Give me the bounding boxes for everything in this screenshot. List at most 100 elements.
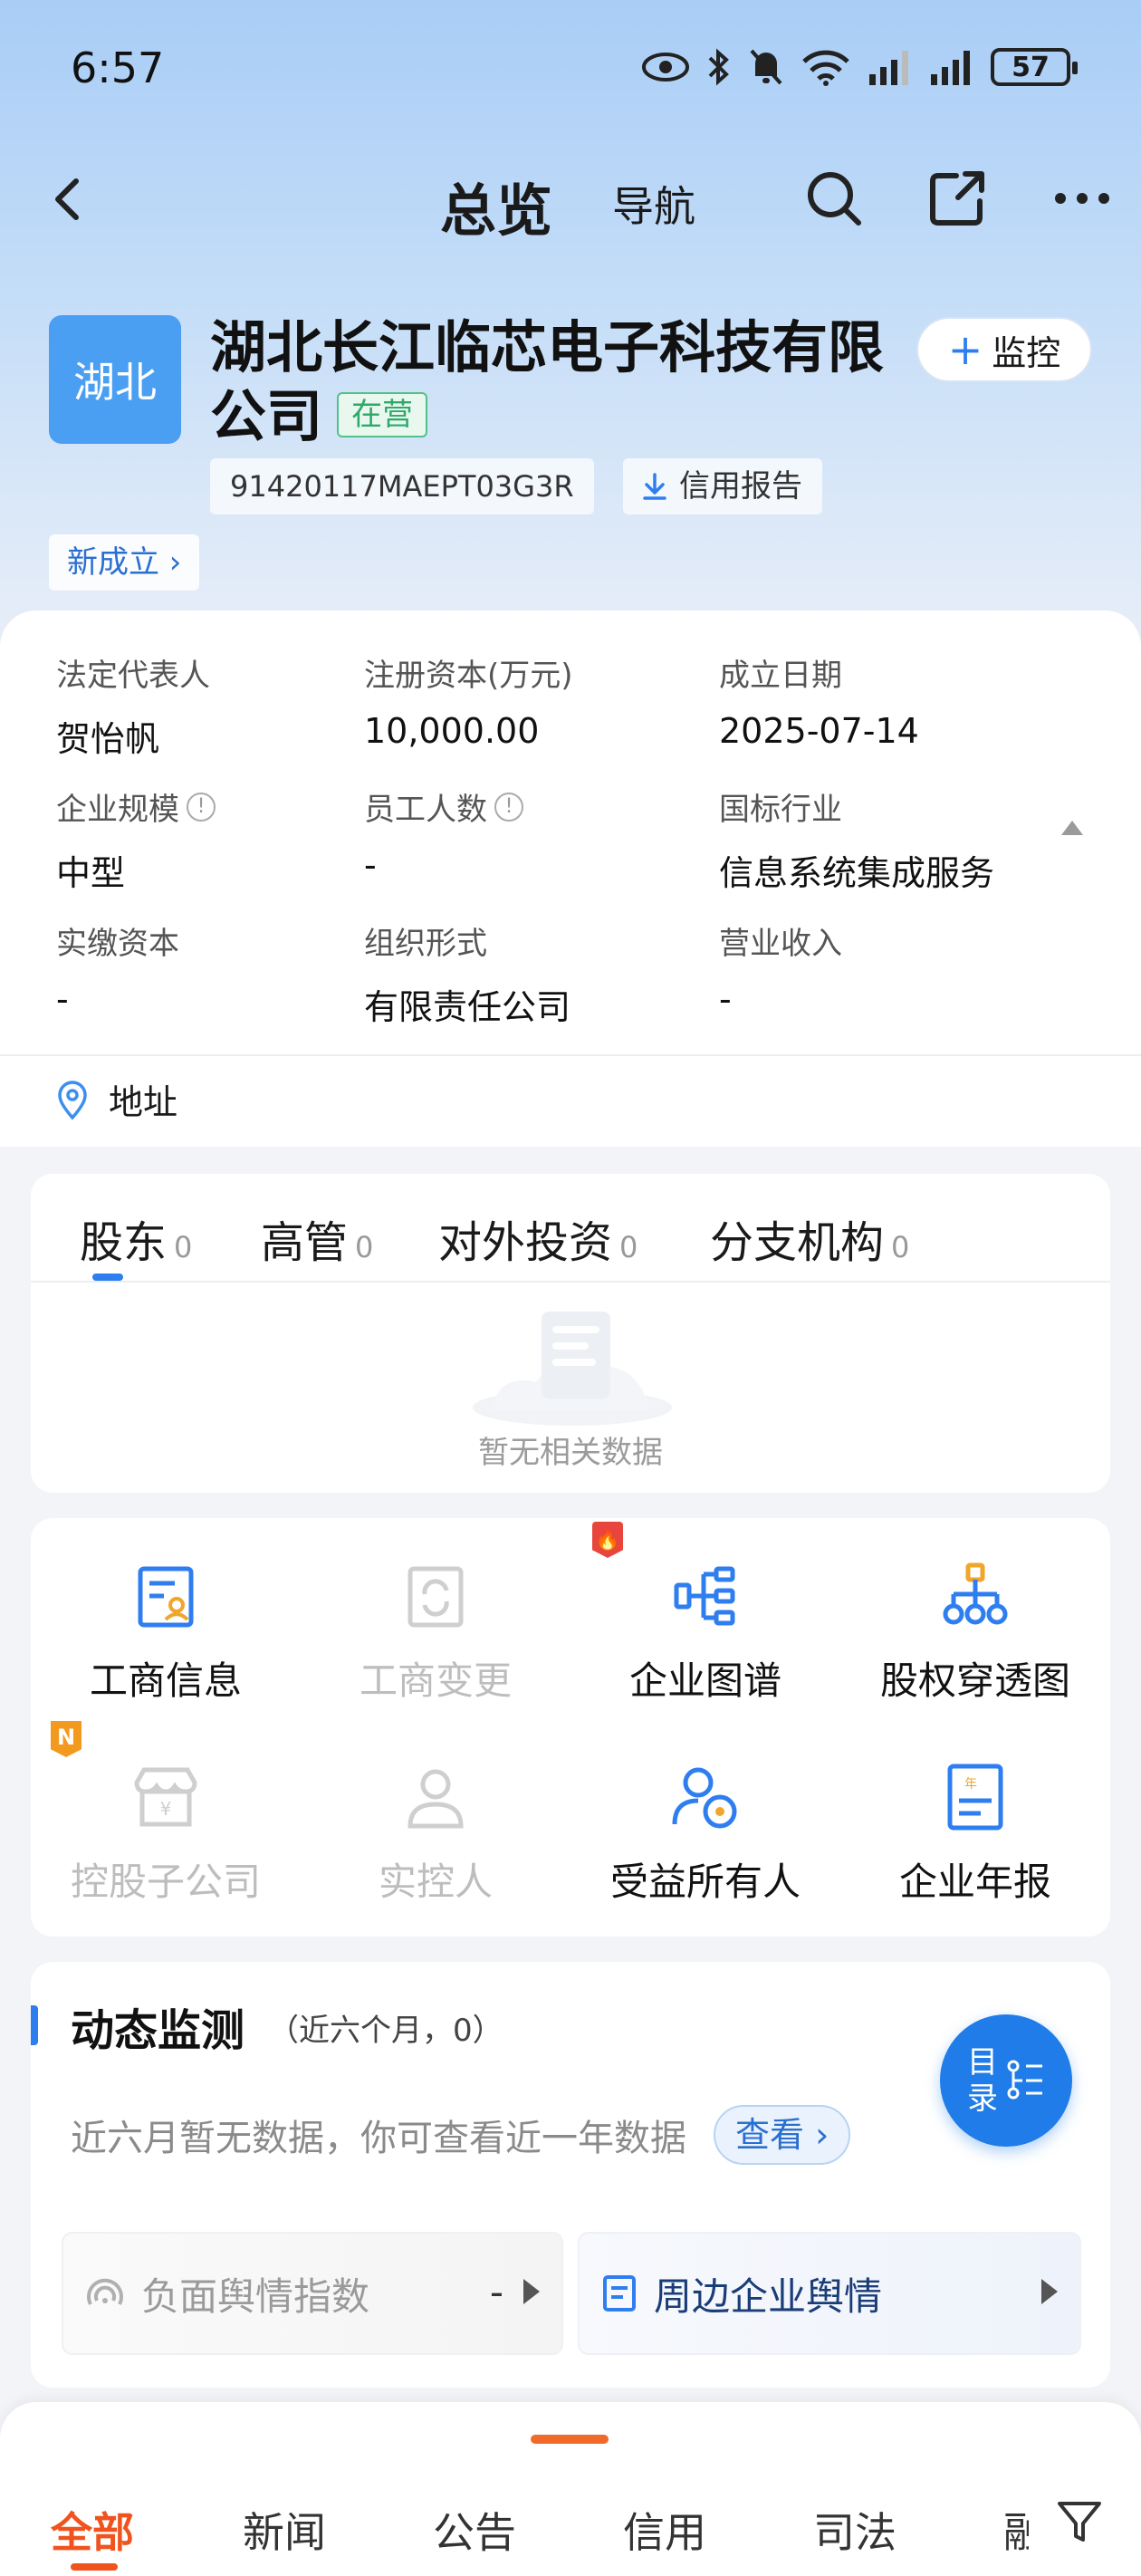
tab-count: 0 [891,1230,910,1264]
negative-sentiment-label: 负面舆情指数 [141,2273,370,2319]
empty-state-illustration [473,1312,672,1426]
relations-tabs-card: 股东 0 高管 0 对外投资 0 分支机构 0 暂无相关数据 [31,1174,1110,1493]
tab-investments[interactable]: 对外投资 0 [438,1206,638,1270]
nearby-sentiment-card[interactable]: 周边企业舆情 [578,2232,1081,2355]
info-value: - [719,979,732,1019]
tab-active-indicator [92,1274,123,1281]
tab-active-indicator [71,2563,118,2571]
dynamic-monitor-card: 动态监测 （近六个月，0） 近六月暂无数据，你可查看近一年数据 查看 › 目录 … [31,1962,1110,2388]
tab-count: 0 [619,1230,638,1264]
grid-item-actual-controller[interactable]: 实控人 [301,1759,570,1907]
info-value: - [56,979,69,1019]
play-arrow-icon [523,2279,540,2304]
monitor-title: 动态监测 [71,2005,245,2056]
tab-announcements[interactable]: 公告 [433,2500,516,2560]
new-established-tag[interactable]: 新成立 › [49,534,200,591]
tab-shareholders[interactable]: 股东 0 [80,1206,192,1270]
info-industry: 国标行业 信息系统集成服务 [719,784,994,895]
person-icon [408,1769,464,1829]
section-accent-bar [31,2005,38,2045]
new-badge: N [51,1721,82,1757]
bluetooth-icon [708,48,729,86]
credit-code[interactable]: 91420117MAEPT03G3R [210,458,594,514]
grid-item-beneficial-owner[interactable]: 受益所有人 [570,1759,840,1907]
negative-sentiment-value: - [489,2270,503,2314]
negative-sentiment-card[interactable]: 负面舆情指数 - [62,2232,563,2355]
info-org-form: 组织形式 有限责任公司 [364,918,570,1029]
tab-all[interactable]: 全部 [51,2500,134,2560]
svg-text:年: 年 [964,1777,977,1792]
status-bar: 6:57 57 [0,0,1141,136]
grid-label: 企业图谱 [628,1658,781,1703]
annual-report-icon: 年 [947,1764,1003,1831]
store-icon: ¥ [134,1767,197,1827]
grid-item-equity-penetration[interactable]: 股权穿透图 [840,1558,1110,1706]
info-value: 有限责任公司 [364,987,571,1027]
feature-grid-card: 工商信息 工商变更 企业图谱 🔥 股权穿透图 N ¥ 控股子公司 实控人 受益所… [31,1518,1110,1937]
business-changes-icon [408,1566,464,1628]
info-card: 法定代表人 贺怡帆 注册资本(万元) 10,000.00 成立日期 2025-0… [0,610,1141,1147]
grid-label: 受益所有人 [609,1860,801,1904]
filter-icon[interactable] [1054,2496,1105,2547]
new-tag-label: 新成立 [67,544,159,581]
nav-title[interactable]: 总览 [440,165,552,246]
grid-label: 实控人 [378,1860,493,1904]
tab-count: 0 [355,1230,374,1264]
navbar: 总览 导航 [0,154,1141,245]
info-label: 国标行业 [719,792,842,828]
play-arrow-icon [1041,2279,1058,2304]
status-time: 6:57 [71,43,165,92]
info-label: 成立日期 [719,658,842,694]
grid-label: 股权穿透图 [879,1658,1070,1703]
grid-item-annual-report[interactable]: 年 企业年报 [840,1759,1110,1907]
info-label: 组织形式 [364,926,487,962]
battery-icon: 57 [991,48,1078,86]
tab-credit[interactable]: 信用 [623,2500,706,2560]
table-of-contents-button[interactable]: 目录 [940,2014,1072,2147]
grid-item-business-info[interactable]: 工商信息 [31,1558,301,1706]
tab-label: 高管 [261,1217,349,1268]
drag-handle[interactable] [531,2435,609,2444]
info-hint-icon[interactable]: ! [187,792,216,822]
info-revenue: 营业收入 - [719,918,842,1019]
info-paid-capital: 实缴资本 - [56,918,179,1019]
info-value: 2025-07-14 [719,711,919,751]
status-badge: 在营 [337,391,428,437]
view-button[interactable]: 查看 › [714,2105,851,2165]
tab-label: 对外投资 [438,1217,613,1268]
divider [31,1281,1110,1283]
grid-label: 控股子公司 [70,1860,261,1904]
grid-item-company-graph[interactable]: 企业图谱 [570,1558,840,1706]
company-name-line1: 湖北长江临芯电子科技有限 [210,314,885,380]
tab-branches[interactable]: 分支机构 0 [710,1206,909,1270]
tab-finance-partial[interactable]: 融 [1003,2500,1029,2560]
info-value: 10,000.00 [364,711,540,751]
tab-judicial[interactable]: 司法 [813,2500,896,2560]
info-hint-icon[interactable]: ! [494,792,523,822]
address-row[interactable]: 地址 [56,1074,177,1124]
info-value[interactable]: 贺怡帆 [56,711,210,761]
empty-state-text: 暂无相关数据 [478,1435,663,1471]
search-icon[interactable] [802,167,866,230]
monitor-button[interactable]: + 监控 [916,317,1092,382]
tab-executives[interactable]: 高管 0 [261,1206,373,1270]
credit-report-label: 信用报告 [679,468,802,505]
svg-text:¥: ¥ [160,1798,172,1820]
credit-report-button[interactable]: 信用报告 [623,458,822,514]
tab-label: 分支机构 [710,1217,885,1268]
grid-item-subsidiaries[interactable]: ¥ 控股子公司 [31,1759,301,1907]
grid-label: 企业年报 [898,1860,1051,1904]
divider [0,1054,1141,1056]
info-label: 实缴资本 [56,926,179,962]
nav-subtitle-tab[interactable]: 导航 [612,174,695,234]
info-label: 员工人数 [364,792,487,828]
info-company-scale: 企业规模! 中型 [56,784,216,895]
mute-bell-icon [750,49,782,85]
tab-news[interactable]: 新闻 [243,2500,326,2560]
more-icon[interactable] [1050,167,1114,230]
grid-item-business-changes[interactable]: 工商变更 [301,1558,570,1706]
collapse-arrow-icon[interactable] [1061,821,1083,835]
share-icon[interactable] [925,167,989,230]
monitor-subtitle: （近六个月，0） [268,2013,503,2049]
back-arrow-icon[interactable] [42,172,96,226]
